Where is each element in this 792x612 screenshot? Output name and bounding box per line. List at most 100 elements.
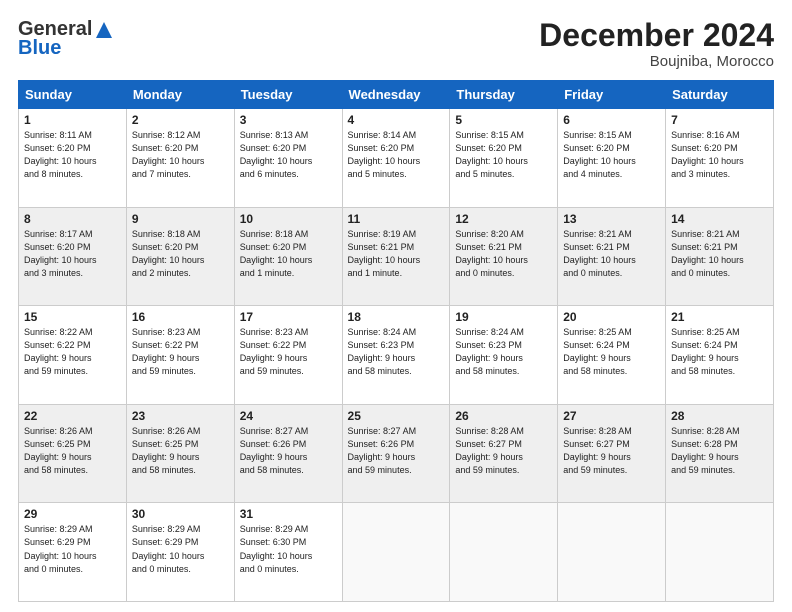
calendar-cell: 16 Sunrise: 8:23 AM Sunset: 6:22 PM Dayli… <box>126 306 234 405</box>
header-sunday: Sunday <box>19 81 127 109</box>
day-number: 14 <box>671 212 768 226</box>
calendar-cell: 28Sunrise: 8:28 AM Sunset: 6:28 PM Dayli… <box>666 404 774 503</box>
header-thursday: Thursday <box>450 81 558 109</box>
location: Boujniba, Morocco <box>539 53 774 70</box>
day-info: Sunrise: 8:27 AM Sunset: 6:26 PM Dayligh… <box>348 425 445 477</box>
calendar-cell: 27 Sunrise: 8:28 AM Sunset: 6:27 PM Dayli… <box>558 404 666 503</box>
day-info: Sunrise: 8:26 AM Sunset: 6:25 PM Dayligh… <box>132 425 229 477</box>
calendar-cell: 26Sunrise: 8:28 AM Sunset: 6:27 PM Dayli… <box>450 404 558 503</box>
day-number: 20 <box>563 310 660 324</box>
calendar-cell: 3 Sunrise: 8:13 AM Sunset: 6:20 PM Daylig… <box>234 109 342 208</box>
calendar-cell: 20 Sunrise: 8:25 AM Sunset: 6:24 PM Dayli… <box>558 306 666 405</box>
calendar-cell: 4Sunrise: 8:14 AM Sunset: 6:20 PM Daylig… <box>342 109 450 208</box>
day-info: Sunrise: 8:29 AM Sunset: 6:29 PM Dayligh… <box>24 523 121 575</box>
header-wednesday: Wednesday <box>342 81 450 109</box>
day-info: Sunrise: 8:11 AM Sunset: 6:20 PM Dayligh… <box>24 129 121 181</box>
day-number: 8 <box>24 212 121 226</box>
day-number: 10 <box>240 212 337 226</box>
calendar-cell: 25 Sunrise: 8:27 AM Sunset: 6:26 PM Dayli… <box>342 404 450 503</box>
calendar-week-3: 15 Sunrise: 8:22 AM Sunset: 6:22 PM Dayli… <box>19 306 774 405</box>
day-number: 29 <box>24 507 121 521</box>
calendar-cell: 7 Sunrise: 8:16 AM Sunset: 6:20 PM Daylig… <box>666 109 774 208</box>
day-info: Sunrise: 8:29 AM Sunset: 6:29 PM Dayligh… <box>132 523 229 575</box>
calendar-week-4: 22Sunrise: 8:26 AM Sunset: 6:25 PM Dayli… <box>19 404 774 503</box>
calendar-cell: 10 Sunrise: 8:18 AM Sunset: 6:20 PM Dayli… <box>234 207 342 306</box>
day-info: Sunrise: 8:25 AM Sunset: 6:24 PM Dayligh… <box>563 326 660 378</box>
day-info: Sunrise: 8:19 AM Sunset: 6:21 PM Dayligh… <box>348 228 445 280</box>
calendar-table: Sunday Monday Tuesday Wednesday Thursday… <box>18 80 774 602</box>
calendar-cell <box>666 503 774 602</box>
day-info: Sunrise: 8:18 AM Sunset: 6:20 PM Dayligh… <box>132 228 229 280</box>
logo-blue-text: Blue <box>18 37 61 60</box>
logo: General Blue <box>18 18 114 60</box>
day-number: 4 <box>348 113 445 127</box>
day-number: 12 <box>455 212 552 226</box>
day-number: 17 <box>240 310 337 324</box>
header-friday: Friday <box>558 81 666 109</box>
day-info: Sunrise: 8:16 AM Sunset: 6:20 PM Dayligh… <box>671 129 768 181</box>
day-info: Sunrise: 8:20 AM Sunset: 6:21 PM Dayligh… <box>455 228 552 280</box>
calendar-cell: 23 Sunrise: 8:26 AM Sunset: 6:25 PM Dayli… <box>126 404 234 503</box>
day-info: Sunrise: 8:27 AM Sunset: 6:26 PM Dayligh… <box>240 425 337 477</box>
day-number: 9 <box>132 212 229 226</box>
day-info: Sunrise: 8:25 AM Sunset: 6:24 PM Dayligh… <box>671 326 768 378</box>
day-info: Sunrise: 8:26 AM Sunset: 6:25 PM Dayligh… <box>24 425 121 477</box>
day-number: 2 <box>132 113 229 127</box>
calendar-cell: 21 Sunrise: 8:25 AM Sunset: 6:24 PM Dayli… <box>666 306 774 405</box>
day-number: 31 <box>240 507 337 521</box>
day-number: 15 <box>24 310 121 324</box>
calendar-cell: 8 Sunrise: 8:17 AM Sunset: 6:20 PM Daylig… <box>19 207 127 306</box>
day-number: 5 <box>455 113 552 127</box>
day-info: Sunrise: 8:28 AM Sunset: 6:27 PM Dayligh… <box>455 425 552 477</box>
day-info: Sunrise: 8:28 AM Sunset: 6:27 PM Dayligh… <box>563 425 660 477</box>
day-info: Sunrise: 8:29 AM Sunset: 6:30 PM Dayligh… <box>240 523 337 575</box>
day-info: Sunrise: 8:17 AM Sunset: 6:20 PM Dayligh… <box>24 228 121 280</box>
day-number: 18 <box>348 310 445 324</box>
title-area: December 2024 Boujniba, Morocco <box>539 18 774 70</box>
day-info: Sunrise: 8:15 AM Sunset: 6:20 PM Dayligh… <box>563 129 660 181</box>
day-info: Sunrise: 8:13 AM Sunset: 6:20 PM Dayligh… <box>240 129 337 181</box>
day-info: Sunrise: 8:23 AM Sunset: 6:22 PM Dayligh… <box>240 326 337 378</box>
calendar-cell: 18 Sunrise: 8:24 AM Sunset: 6:23 PM Dayli… <box>342 306 450 405</box>
day-info: Sunrise: 8:18 AM Sunset: 6:20 PM Dayligh… <box>240 228 337 280</box>
day-info: Sunrise: 8:22 AM Sunset: 6:22 PM Dayligh… <box>24 326 121 378</box>
day-number: 19 <box>455 310 552 324</box>
day-number: 27 <box>563 409 660 423</box>
header-saturday: Saturday <box>666 81 774 109</box>
calendar-cell: 17 Sunrise: 8:23 AM Sunset: 6:22 PM Dayli… <box>234 306 342 405</box>
calendar-cell <box>558 503 666 602</box>
day-number: 11 <box>348 212 445 226</box>
day-number: 25 <box>348 409 445 423</box>
day-number: 3 <box>240 113 337 127</box>
day-info: Sunrise: 8:23 AM Sunset: 6:22 PM Dayligh… <box>132 326 229 378</box>
day-number: 16 <box>132 310 229 324</box>
calendar-cell: 5 Sunrise: 8:15 AM Sunset: 6:20 PM Daylig… <box>450 109 558 208</box>
day-info: Sunrise: 8:24 AM Sunset: 6:23 PM Dayligh… <box>348 326 445 378</box>
day-number: 23 <box>132 409 229 423</box>
day-info: Sunrise: 8:15 AM Sunset: 6:20 PM Dayligh… <box>455 129 552 181</box>
calendar-cell: 14 Sunrise: 8:21 AM Sunset: 6:21 PM Dayli… <box>666 207 774 306</box>
day-number: 21 <box>671 310 768 324</box>
page: General Blue December 2024 Boujniba, Mor… <box>0 0 792 612</box>
header-tuesday: Tuesday <box>234 81 342 109</box>
day-number: 24 <box>240 409 337 423</box>
day-number: 28 <box>671 409 768 423</box>
calendar-cell: 11 Sunrise: 8:19 AM Sunset: 6:21 PM Dayli… <box>342 207 450 306</box>
calendar-cell: 15 Sunrise: 8:22 AM Sunset: 6:22 PM Dayli… <box>19 306 127 405</box>
calendar-cell <box>342 503 450 602</box>
calendar-cell: 9 Sunrise: 8:18 AM Sunset: 6:20 PM Daylig… <box>126 207 234 306</box>
calendar-cell: 12 Sunrise: 8:20 AM Sunset: 6:21 PM Dayli… <box>450 207 558 306</box>
day-number: 6 <box>563 113 660 127</box>
calendar-cell: 22Sunrise: 8:26 AM Sunset: 6:25 PM Dayli… <box>19 404 127 503</box>
header-monday: Monday <box>126 81 234 109</box>
calendar-cell: 2Sunrise: 8:12 AM Sunset: 6:20 PM Daylig… <box>126 109 234 208</box>
logo-icon <box>94 20 114 40</box>
calendar-cell: 30Sunrise: 8:29 AM Sunset: 6:29 PM Dayli… <box>126 503 234 602</box>
calendar-week-5: 29 Sunrise: 8:29 AM Sunset: 6:29 PM Dayli… <box>19 503 774 602</box>
month-title: December 2024 <box>539 18 774 53</box>
calendar-cell: 6 Sunrise: 8:15 AM Sunset: 6:20 PM Daylig… <box>558 109 666 208</box>
day-number: 7 <box>671 113 768 127</box>
day-info: Sunrise: 8:21 AM Sunset: 6:21 PM Dayligh… <box>671 228 768 280</box>
calendar-cell: 1 Sunrise: 8:11 AM Sunset: 6:20 PM Daylig… <box>19 109 127 208</box>
day-number: 1 <box>24 113 121 127</box>
